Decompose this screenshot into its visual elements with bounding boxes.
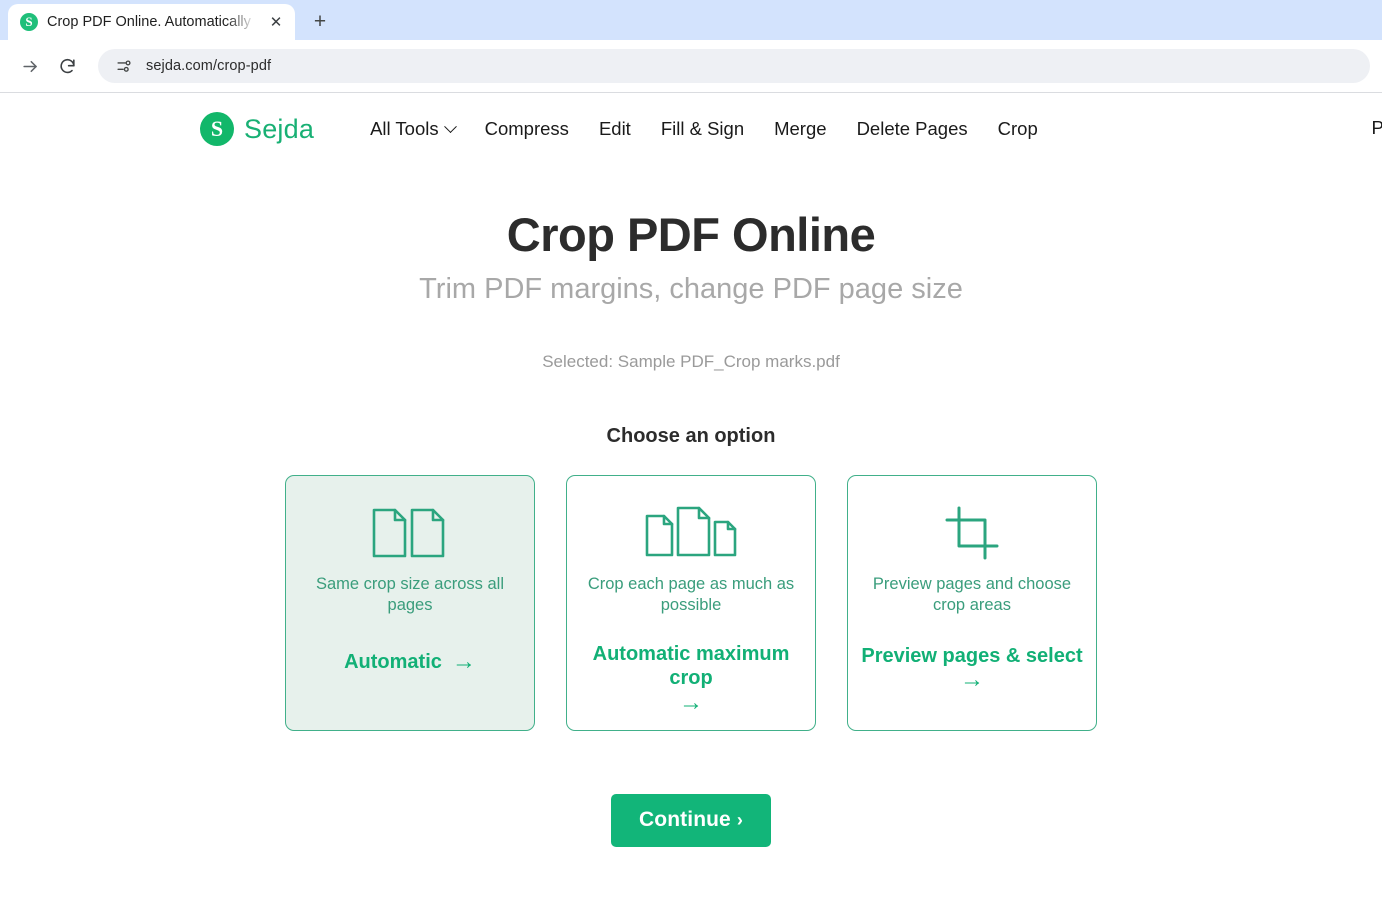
close-icon[interactable]: ✕ [265,11,287,33]
option-action: Preview pages & select → [848,644,1096,692]
nav-label: Crop [997,118,1038,139]
arrow-right-icon[interactable] [14,50,46,82]
site-header: S Sejda All Tools Compress Edit Fill & S… [0,93,1382,165]
url-text: sejda.com/crop-pdf [146,58,272,74]
browser-tab[interactable]: S Crop PDF Online. Automatically ✕ [8,4,295,40]
option-action: Automatic → [332,650,488,674]
browser-toolbar: sejda.com/crop-pdf [0,40,1382,93]
page-content: S Sejda All Tools Compress Edit Fill & S… [0,93,1382,913]
choose-option-heading: Choose an option [606,425,776,447]
option-card-automatic[interactable]: Same crop size across all pages Automati… [285,475,535,731]
nav-item-pricing[interactable]: Pr [1372,117,1382,139]
chevron-down-icon [443,119,457,133]
continue-row: Continue › [0,794,1382,847]
continue-label: Continue [639,808,731,831]
nav-item-compress[interactable]: Compress [485,118,569,140]
chevron-right-icon: › [736,809,743,830]
sejda-s-favicon: S [20,13,38,31]
main-nav: All Tools Compress Edit Fill & Sign Merg… [370,118,1038,140]
nav-label: Compress [484,118,569,139]
option-action-label: Preview pages & select [861,644,1083,667]
arrow-right-icon: → [451,648,476,676]
option-action-label: Automatic maximum crop [592,642,790,690]
nav-item-edit[interactable]: Edit [599,118,631,140]
two-equal-pages-icon [371,504,449,562]
nav-item-merge[interactable]: Merge [774,118,826,140]
nav-label: Delete Pages [856,118,968,139]
option-action: Automatic maximum crop → [567,642,815,715]
option-card-automatic-maximum-crop[interactable]: Crop each page as much as possible Autom… [566,475,816,731]
nav-item-delete-pages[interactable]: Delete Pages [857,118,968,140]
arrow-right-icon: → [679,688,703,716]
site-settings-icon[interactable] [112,54,136,78]
page-subtitle: Trim PDF margins, change PDF page size [419,273,963,305]
new-tab-icon[interactable]: + [305,7,335,37]
address-bar[interactable]: sejda.com/crop-pdf [98,49,1370,83]
nav-label: Fill & Sign [660,118,745,139]
browser-chrome: S Crop PDF Online. Automatically ✕ + sej… [0,0,1382,93]
nav-label: All Tools [370,118,439,139]
tab-title: Crop PDF Online. Automatically [47,14,251,30]
nav-label: Merge [774,118,827,139]
option-description: Preview pages and choose crop areas [872,575,1072,614]
nav-label: Edit [598,118,631,139]
option-description: Same crop size across all pages [316,575,504,614]
selected-file-label: Selected: Sample PDF_Crop marks.pdf [542,352,840,371]
brand-name: Sejda [244,113,315,144]
option-description: Crop each page as much as possible [587,575,795,614]
nav-item-fill-and-sign[interactable]: Fill & Sign [661,118,744,140]
option-cards: Same crop size across all pages Automati… [0,475,1382,731]
nav-item-crop[interactable]: Crop [998,118,1038,140]
hero-section: Crop PDF Online Trim PDF margins, change… [0,207,1382,372]
continue-button[interactable]: Continue › [611,794,771,847]
arrow-right-icon: → [960,666,984,694]
three-varied-pages-icon [644,504,738,562]
crop-tool-icon [944,504,1000,562]
page-title: Crop PDF Online [506,208,876,261]
nav-item-all-tools[interactable]: All Tools [370,118,457,140]
tab-strip: S Crop PDF Online. Automatically ✕ + [0,0,1382,40]
reload-icon[interactable] [51,50,83,82]
option-card-preview-pages-and-select[interactable]: Preview pages and choose crop areas Prev… [847,475,1097,731]
sejda-logo[interactable]: S Sejda [200,112,314,146]
option-action-label: Automatic [344,650,442,673]
sejda-mark-icon: S [200,112,234,146]
